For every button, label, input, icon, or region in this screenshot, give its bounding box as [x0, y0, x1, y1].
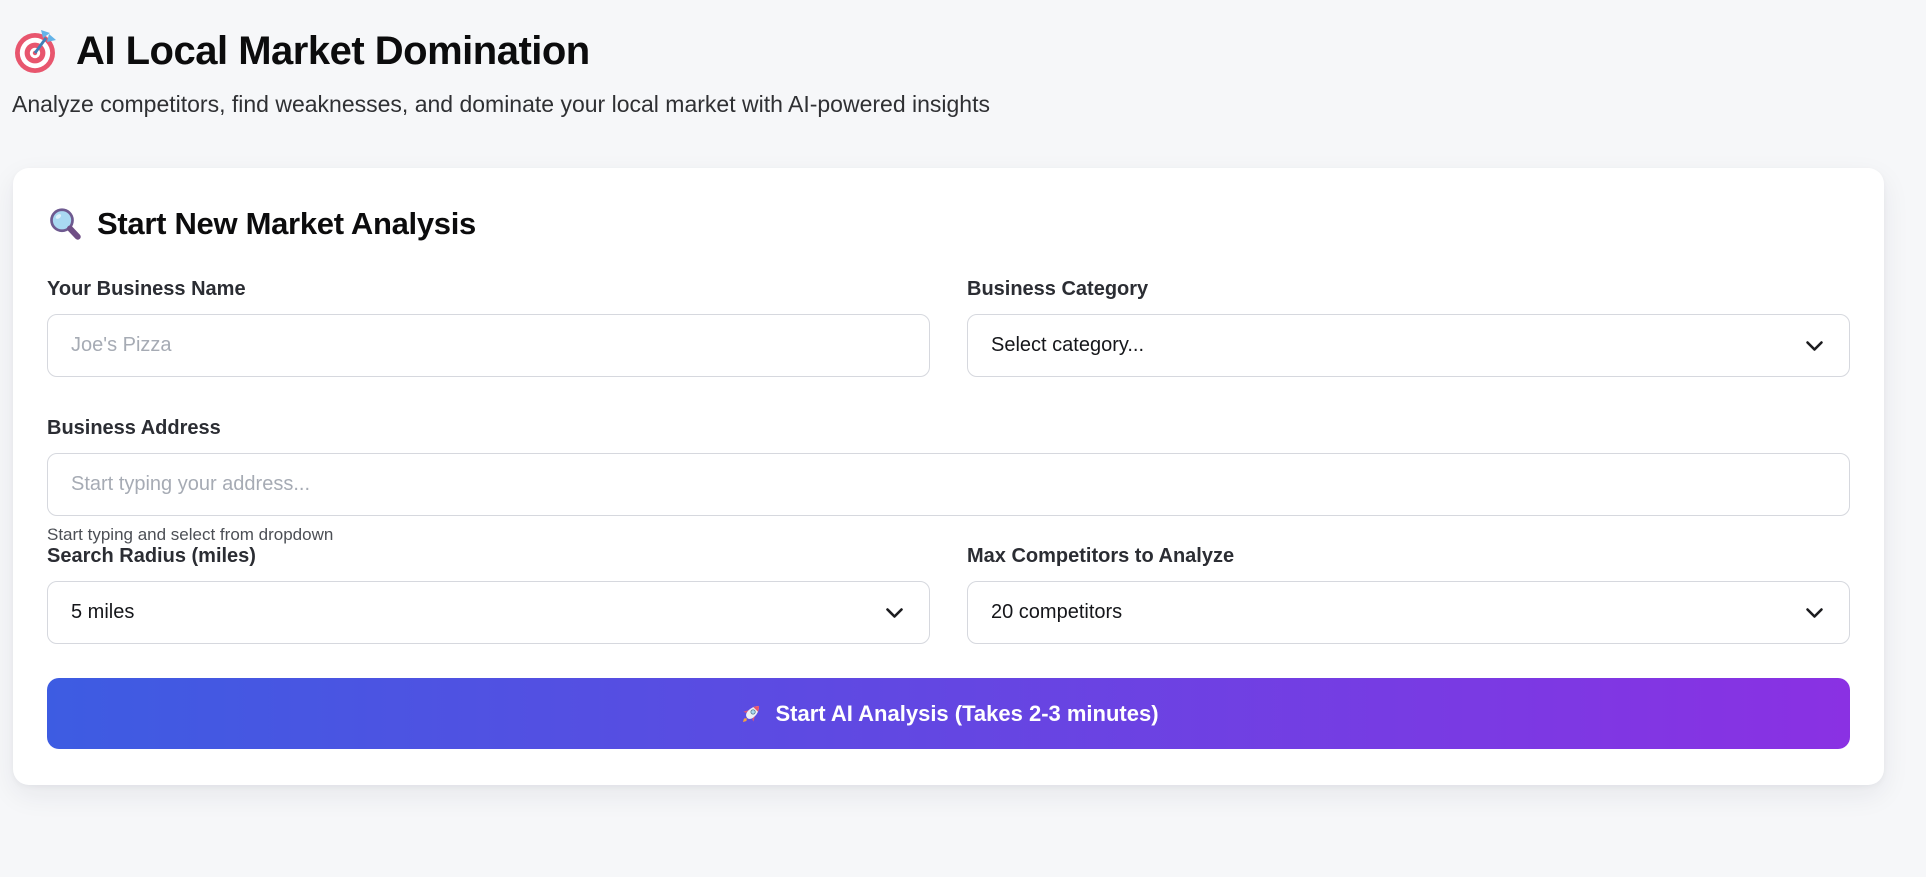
business-address-helper: Start typing and select from dropdown: [47, 525, 1850, 545]
chevron-down-icon: [885, 606, 904, 620]
start-analysis-button-label: Start AI Analysis (Takes 2-3 minutes): [775, 701, 1158, 727]
business-address-input[interactable]: [47, 453, 1850, 516]
search-icon: [47, 206, 83, 242]
business-category-selected-value: Select category...: [991, 334, 1144, 357]
page-subtitle: Analyze competitors, find weaknesses, an…: [12, 90, 1926, 118]
form-row-3: Search Radius (miles) 5 miles Max Compet…: [47, 545, 1850, 644]
form-row-1: Your Business Name Business Category Sel…: [47, 278, 1850, 377]
search-radius-field-group: Search Radius (miles) 5 miles: [47, 545, 930, 644]
business-name-field-group: Your Business Name: [47, 278, 930, 377]
business-name-input[interactable]: [47, 314, 930, 377]
page-title-text: AI Local Market Domination: [76, 26, 590, 76]
search-radius-label: Search Radius (miles): [47, 545, 930, 568]
search-radius-selected-value: 5 miles: [71, 601, 134, 624]
business-address-label: Business Address: [47, 417, 1850, 440]
max-competitors-select[interactable]: 20 competitors: [967, 581, 1850, 644]
chevron-down-icon: [1805, 606, 1824, 620]
max-competitors-selected-value: 20 competitors: [991, 601, 1122, 624]
business-category-field-group: Business Category Select category...: [967, 278, 1850, 377]
business-name-label: Your Business Name: [47, 278, 930, 301]
target-icon: [12, 27, 60, 75]
max-competitors-label: Max Competitors to Analyze: [967, 545, 1850, 568]
business-address-field-group: Business Address Start typing and select…: [47, 417, 1850, 545]
page-title: AI Local Market Domination: [12, 26, 1926, 76]
business-category-label: Business Category: [967, 278, 1850, 301]
card-title: Start New Market Analysis: [47, 206, 1850, 242]
start-analysis-button[interactable]: Start AI Analysis (Takes 2-3 minutes): [47, 678, 1850, 749]
search-radius-select[interactable]: 5 miles: [47, 581, 930, 644]
page-header: AI Local Market Domination Analyze compe…: [0, 0, 1926, 118]
rocket-icon: [738, 701, 764, 727]
business-category-select[interactable]: Select category...: [967, 314, 1850, 377]
card-title-text: Start New Market Analysis: [97, 206, 476, 242]
chevron-down-icon: [1805, 339, 1824, 353]
max-competitors-field-group: Max Competitors to Analyze 20 competitor…: [967, 545, 1850, 644]
analysis-card: Start New Market Analysis Your Business …: [13, 168, 1884, 785]
